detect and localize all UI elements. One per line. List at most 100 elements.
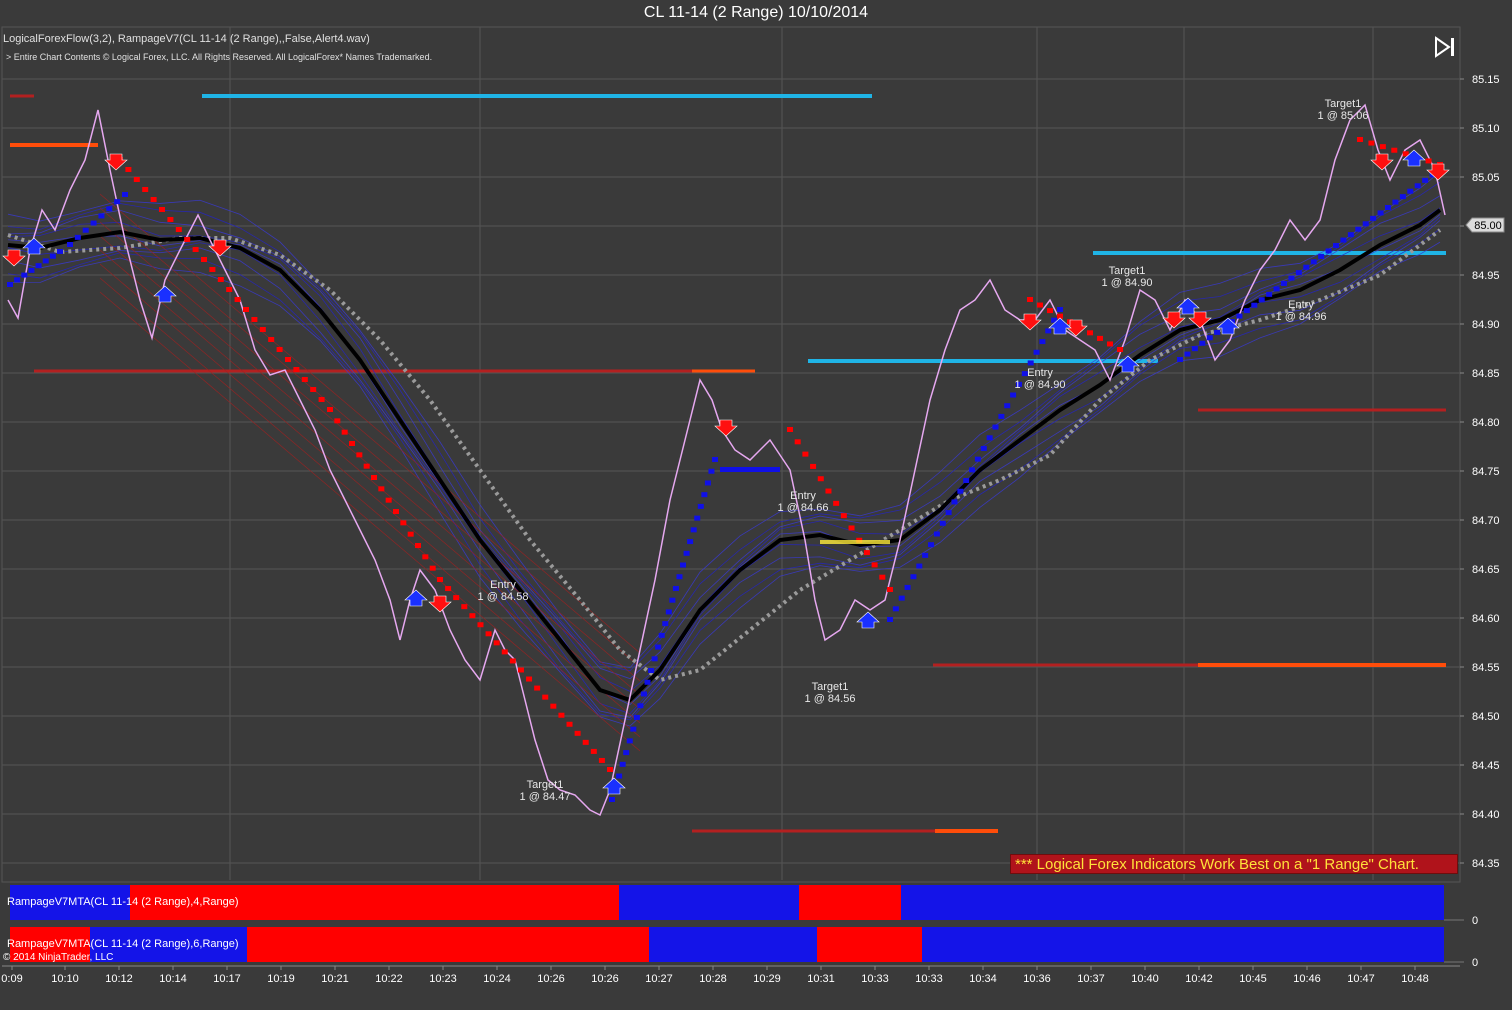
- trend-dot: [175, 227, 182, 232]
- x-tick-label: 10:47: [1347, 973, 1375, 985]
- trend-dot: [1368, 140, 1375, 146]
- trend-dot: [184, 237, 191, 242]
- trend-dot: [422, 554, 429, 560]
- y-tick-label: 85.15: [1472, 74, 1500, 86]
- trend-dot: [1097, 335, 1103, 341]
- trend-dot: [445, 586, 452, 592]
- trend-dot: [234, 297, 241, 302]
- current-price-label: 85.00: [1474, 220, 1502, 232]
- trend-dot: [1087, 330, 1093, 336]
- trend-dot: [1407, 188, 1414, 194]
- trend-dot: [963, 478, 970, 484]
- trend-dot: [933, 531, 940, 537]
- trend-dot: [477, 622, 484, 628]
- trend-dot: [669, 597, 676, 603]
- trend-dot: [82, 227, 89, 233]
- x-tick-label: 10:34: [969, 973, 997, 985]
- annotation-fill: 1 @ 84.56: [804, 693, 856, 705]
- trade-annotation: Target1 1 @ 85.06: [1303, 98, 1383, 122]
- x-tick-label: 10:27: [645, 973, 673, 985]
- trend-dot: [892, 606, 899, 612]
- trend-dot: [378, 486, 385, 492]
- x-tick-label: 10:48: [1401, 973, 1429, 985]
- trend-dot: [226, 287, 233, 292]
- trend-dot: [461, 604, 468, 610]
- trend-dot: [694, 515, 701, 521]
- y-tick-label: 84.50: [1472, 711, 1500, 723]
- trend-dot: [429, 565, 436, 571]
- trend-dot: [974, 456, 981, 462]
- trend-dot: [787, 427, 793, 432]
- y-tick-label: 84.95: [1472, 270, 1500, 282]
- trend-dot: [251, 317, 258, 322]
- trend-dot: [939, 520, 946, 526]
- trend-dot: [1243, 308, 1250, 314]
- trend-dot: [1057, 307, 1063, 312]
- x-tick-label: 10:28: [699, 973, 727, 985]
- trend-dot: [916, 563, 923, 569]
- trend-dot: [192, 247, 199, 252]
- y-tick-label: 84.35: [1472, 858, 1500, 870]
- trend-dot: [7, 282, 13, 287]
- trend-dot: [609, 797, 615, 802]
- trend-dot: [1047, 308, 1053, 314]
- trend-dot: [810, 463, 817, 469]
- trend-dot: [690, 527, 697, 533]
- y-tick-label: 84.40: [1472, 809, 1500, 821]
- trend-dot: [453, 595, 460, 601]
- skip-to-end-button[interactable]: [1432, 34, 1458, 60]
- annotation-type: Entry: [490, 579, 516, 591]
- trend-dot: [1191, 346, 1198, 352]
- trend-dot: [1033, 349, 1040, 355]
- trend-dot: [704, 480, 711, 486]
- trend-dot: [879, 574, 886, 580]
- trend-dot: [1037, 302, 1043, 308]
- trend-dot: [558, 712, 565, 718]
- trend-dot: [550, 703, 557, 709]
- trend-dot: [986, 435, 993, 441]
- annotation-type: Target1: [1324, 98, 1362, 110]
- trend-dot: [1199, 340, 1206, 346]
- annotation-type: Entry: [1288, 299, 1314, 311]
- trend-dot: [542, 694, 549, 700]
- trend-dot: [57, 249, 63, 254]
- trend-dot: [90, 220, 97, 226]
- mta-band: [799, 885, 901, 920]
- trend-dot: [566, 721, 573, 727]
- annotation-fill: 1 @ 84.47: [519, 791, 571, 803]
- trend-dot: [1422, 177, 1429, 183]
- x-tick-label: 10:36: [1023, 973, 1051, 985]
- y-tick-label: 84.65: [1472, 564, 1500, 576]
- trend-dot: [1177, 357, 1183, 362]
- copyright-notice: > Entire Chart Contents © Logical Forex,…: [6, 52, 433, 62]
- annotation-fill: 1 @ 84.66: [777, 502, 829, 514]
- trade-annotation: Entry 1 @ 84.66: [763, 490, 843, 514]
- trend-dot: [167, 217, 174, 222]
- mta2-zero-label: 0: [1472, 957, 1478, 969]
- mta1-label: RampageV7MTA(CL 11-14 (2 Range),4,Range): [7, 896, 239, 908]
- trend-dot: [644, 679, 651, 685]
- mta2-label: RampageV7MTA(CL 11-14 (2 Range),6,Range): [7, 938, 239, 950]
- trend-dot: [142, 187, 149, 192]
- x-tick-label: 10:33: [861, 973, 889, 985]
- trend-dot: [1399, 194, 1406, 200]
- trend-dot: [1340, 237, 1347, 243]
- annotation-type: Entry: [1027, 367, 1053, 379]
- annotation-fill: 1 @ 84.96: [1275, 311, 1327, 323]
- trend-dot: [848, 525, 855, 531]
- trend-dot: [74, 234, 81, 240]
- trend-dot: [863, 550, 870, 556]
- trend-dot: [327, 407, 333, 412]
- annotation-type: Target1: [1108, 265, 1146, 277]
- x-tick-label: 10:10: [51, 973, 79, 985]
- trend-dot: [517, 667, 524, 673]
- trend-dot: [385, 497, 392, 503]
- trend-dot: [106, 206, 113, 212]
- trend-dot: [1027, 297, 1033, 302]
- trend-dot: [607, 767, 613, 772]
- trend-dot: [683, 550, 690, 556]
- trend-dot: [285, 357, 291, 362]
- trend-dot: [928, 542, 935, 548]
- trend-dot: [150, 197, 157, 202]
- trend-dot: [1425, 158, 1432, 164]
